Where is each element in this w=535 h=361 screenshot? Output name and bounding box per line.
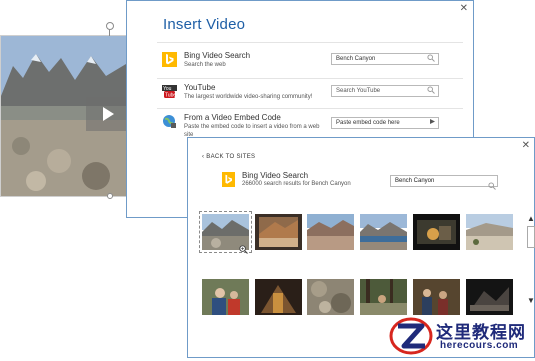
watermark-domain: herecours.com bbox=[440, 340, 519, 351]
bing-icon bbox=[222, 172, 235, 187]
video-thumbnail[interactable] bbox=[360, 214, 407, 250]
insert-arrow-icon[interactable] bbox=[429, 118, 436, 127]
video-thumbnail[interactable] bbox=[307, 279, 354, 315]
embed-icon bbox=[162, 114, 177, 129]
dialog-title: Insert Video bbox=[163, 16, 246, 33]
youtube-icon: You Tube bbox=[162, 84, 177, 99]
source-row-embed[interactable]: From a Video Embed Code Paste the embed … bbox=[157, 112, 463, 138]
scroll-up-arrow[interactable]: ▲ bbox=[527, 214, 535, 223]
embed-code-input[interactable]: Paste embed code here bbox=[331, 117, 439, 129]
bing-icon bbox=[162, 52, 177, 67]
back-to-sites-link[interactable]: ‹ BACK TO SITES bbox=[202, 154, 255, 160]
play-icon bbox=[103, 107, 114, 121]
search-icon[interactable] bbox=[488, 177, 496, 195]
results-search-input[interactable]: Bench Canyon bbox=[390, 175, 498, 187]
source-name: From a Video Embed Code bbox=[184, 113, 281, 122]
source-description: The largest worldwide video-sharing comm… bbox=[184, 94, 313, 100]
source-name: YouTube bbox=[184, 83, 216, 92]
video-thumbnail[interactable] bbox=[360, 279, 407, 315]
close-icon[interactable]: ✕ bbox=[522, 140, 530, 151]
video-thumbnail[interactable] bbox=[466, 214, 513, 250]
svg-text:Tube: Tube bbox=[165, 93, 176, 99]
video-thumbnail[interactable] bbox=[413, 214, 460, 250]
video-thumbnail[interactable] bbox=[255, 279, 302, 315]
back-label: BACK TO SITES bbox=[206, 154, 256, 160]
scroll-down-arrow[interactable]: ▼ bbox=[527, 296, 535, 305]
video-thumbnail[interactable] bbox=[202, 279, 249, 315]
divider bbox=[157, 108, 463, 109]
video-thumbnail[interactable] bbox=[413, 279, 460, 315]
source-row-bing[interactable]: Bing Video Search Search the web Bench C… bbox=[157, 49, 463, 75]
watermark-logo bbox=[389, 316, 433, 356]
selection-handle[interactable] bbox=[107, 193, 113, 199]
source-name: Bing Video Search bbox=[242, 171, 309, 180]
divider bbox=[157, 78, 463, 79]
video-thumbnail[interactable] bbox=[466, 279, 513, 315]
divider bbox=[157, 42, 463, 43]
source-row-youtube[interactable]: You Tube YouTube The largest worldwide v… bbox=[157, 82, 463, 106]
search-icon[interactable] bbox=[427, 54, 435, 64]
results-count: 266000 search results for Bench Canyon bbox=[242, 181, 351, 187]
rotation-line bbox=[109, 29, 110, 36]
source-name: Bing Video Search bbox=[184, 51, 251, 60]
bing-search-input[interactable]: Bench Canyon bbox=[331, 53, 439, 65]
magnifier-plus-icon[interactable] bbox=[239, 241, 248, 254]
search-icon[interactable] bbox=[427, 86, 435, 96]
youtube-search-input[interactable]: Search YouTube bbox=[331, 85, 439, 97]
video-thumbnail[interactable] bbox=[307, 214, 354, 250]
source-description: Search the web bbox=[184, 62, 226, 68]
close-icon[interactable]: ✕ bbox=[460, 3, 468, 14]
video-thumbnail[interactable] bbox=[255, 214, 302, 250]
scrollbar-thumb[interactable] bbox=[527, 226, 535, 248]
rotation-handle[interactable] bbox=[106, 22, 114, 30]
